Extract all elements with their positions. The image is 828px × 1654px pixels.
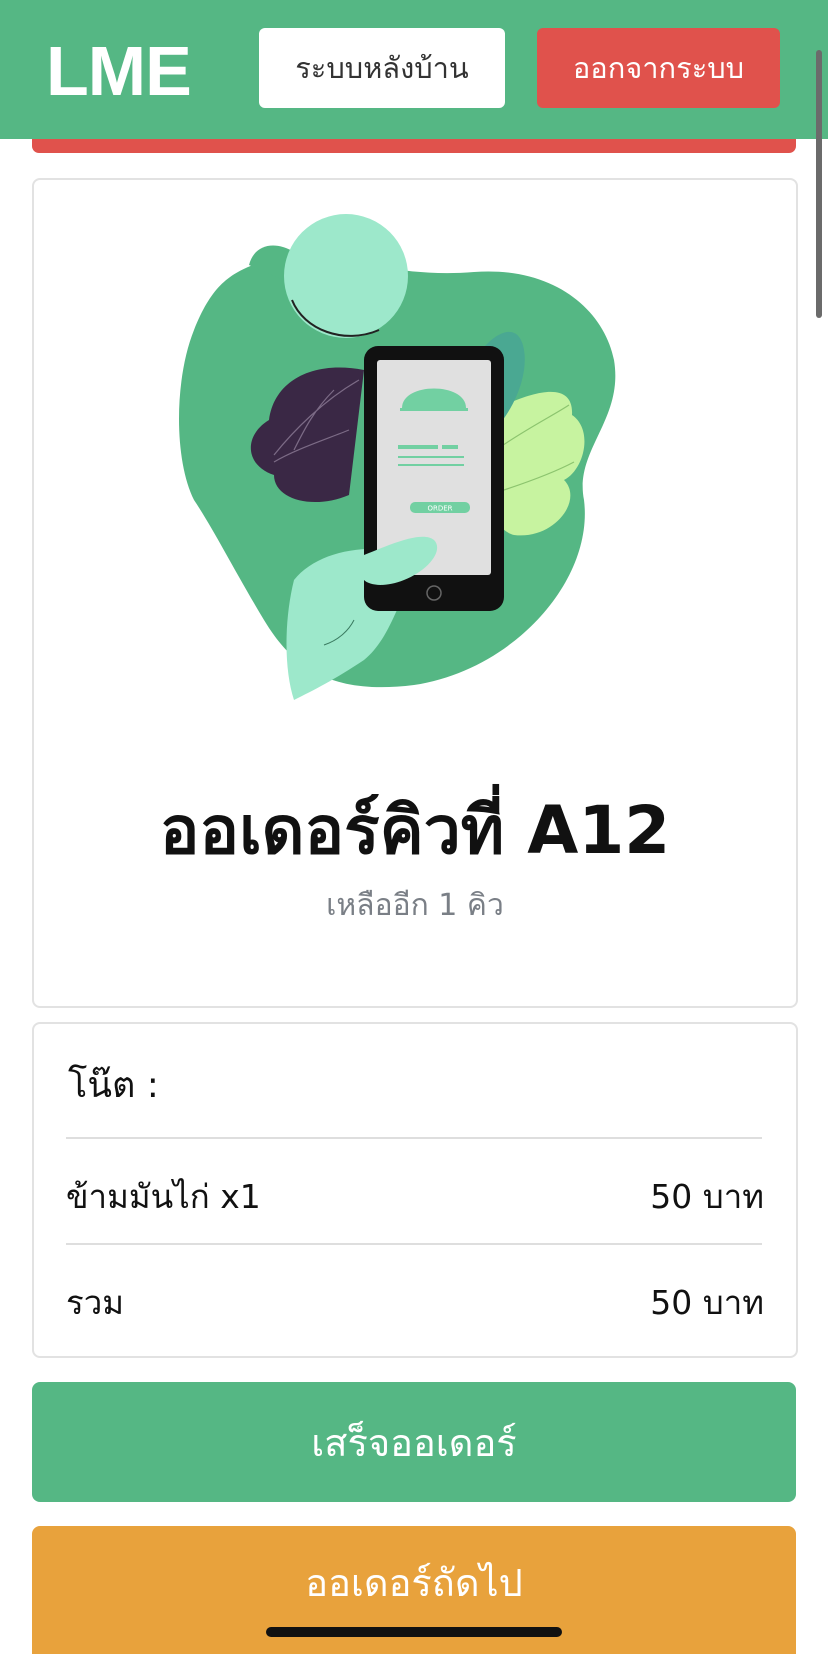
- order-phone-illustration: ORDER: [179, 214, 616, 700]
- decor-circle: [284, 214, 408, 338]
- divider: [66, 1243, 762, 1245]
- top-navbar: LME ระบบหลังบ้าน ออกจากระบบ: [0, 0, 828, 139]
- finish-order-button[interactable]: เสร็จออเดอร์: [32, 1382, 796, 1502]
- queue-remaining: เหลืออีก 1 คิว: [326, 888, 504, 923]
- divider: [66, 1137, 762, 1139]
- queue-card: ORDER ออเดอร์คิวที่ A12 เหลืออีก 1 คิว: [32, 178, 798, 1008]
- order-summary-card: โน๊ต : ข้ามมันไก่ x1 50 บาท รวม 50 บาท: [32, 1022, 798, 1358]
- backoffice-button[interactable]: ระบบหลังบ้าน: [259, 28, 505, 108]
- queue-title: ออเดอร์คิวที่ A12: [159, 792, 671, 869]
- order-item-price: 50 บาท: [650, 1177, 764, 1216]
- note-label: โน๊ต :: [68, 1065, 159, 1106]
- app-logo[interactable]: LME: [46, 26, 192, 116]
- logout-button[interactable]: ออกจากระบบ: [537, 28, 780, 108]
- total-value: 50 บาท: [650, 1283, 764, 1322]
- scrollbar[interactable]: [816, 50, 822, 318]
- order-item-name: ข้ามมันไก่ x1: [66, 1177, 261, 1216]
- order-screen-label: ORDER: [427, 505, 452, 513]
- total-label: รวม: [66, 1283, 125, 1322]
- home-indicator[interactable]: [266, 1627, 562, 1637]
